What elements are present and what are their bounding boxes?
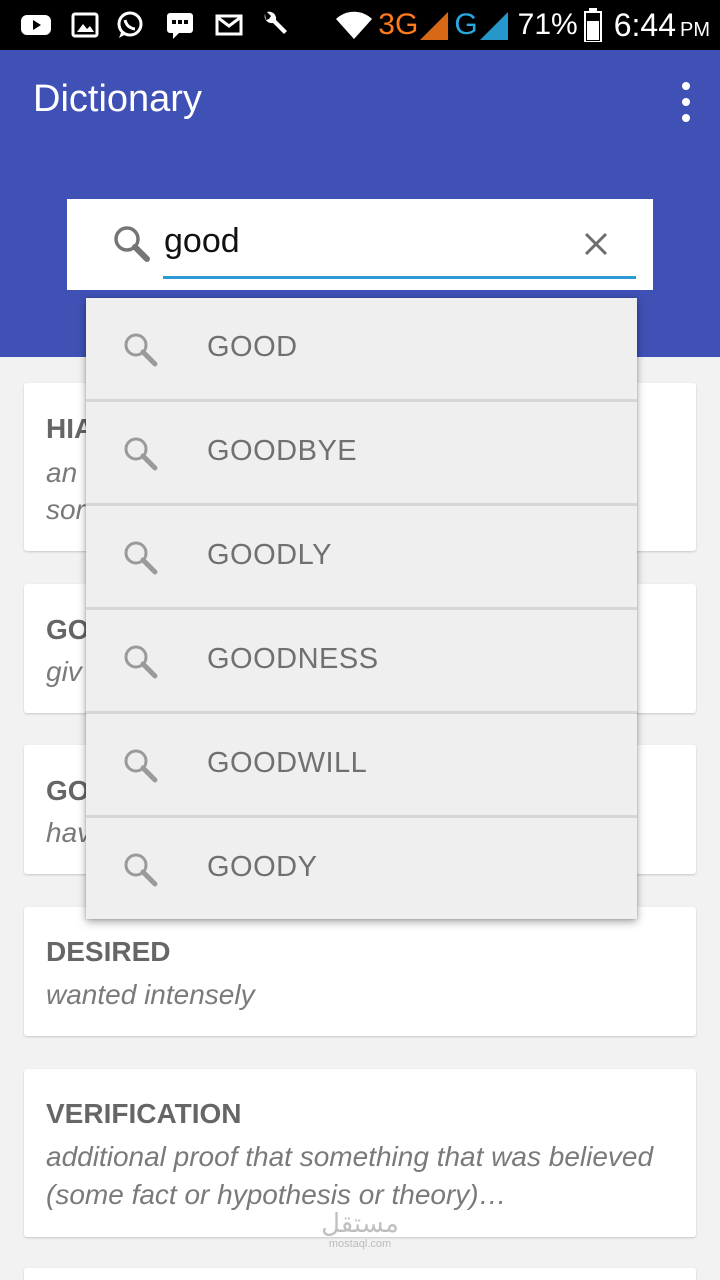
youtube-icon <box>20 10 52 40</box>
app-title: Dictionary <box>33 78 202 120</box>
watermark-arabic: مستقل <box>321 1209 399 1239</box>
watermark-latin: mostaql.com <box>328 1238 392 1250</box>
mail-icon <box>214 10 244 40</box>
battery-percent: 71% <box>517 8 578 41</box>
suggestion-item[interactable]: GOODNESS <box>86 610 637 714</box>
watermark: مستقل mostaql.com <box>314 1210 406 1250</box>
suggestion-item[interactable]: GOODWILL <box>86 714 637 818</box>
whatsapp-icon <box>114 10 146 40</box>
card-word: GO <box>46 775 90 806</box>
search-icon <box>121 746 161 791</box>
search-icon <box>121 642 161 687</box>
status-bar-right: 3G G 71% 6:44 PM <box>334 0 720 50</box>
clock-time: 6:44 <box>613 6 676 43</box>
card-word: GO <box>46 614 90 645</box>
suggestion-item[interactable]: GOODLY <box>86 506 637 610</box>
network-g-label: G <box>454 8 478 41</box>
card-definition: additional proof that something that was… <box>46 1141 654 1210</box>
suggestion-label: GOODNESS <box>207 643 379 675</box>
suggestion-label: GOODWILL <box>207 747 368 779</box>
clock-suffix: PM <box>680 18 710 41</box>
suggestion-item[interactable]: GOOD <box>86 298 637 402</box>
signal-icon <box>420 10 449 40</box>
suggestion-label: GOOD <box>207 331 298 363</box>
search-icon <box>121 850 161 895</box>
search-icon <box>111 223 153 270</box>
search-bar <box>67 199 653 290</box>
suggestion-dropdown: GOOD GOODBYE GOODLY GOODNESS GOODWILL GO… <box>86 298 637 919</box>
network-3g-label: 3G <box>378 8 419 41</box>
card-word: DESIRED <box>46 936 171 967</box>
suggestion-item[interactable]: GOODBYE <box>86 402 637 506</box>
wrench-icon <box>258 10 290 40</box>
word-card[interactable] <box>24 1268 696 1280</box>
word-card[interactable]: DESIRED wanted intensely <box>24 907 696 1036</box>
wifi-icon <box>334 9 374 41</box>
card-word: VERIFICATION <box>46 1098 242 1129</box>
search-icon <box>121 538 161 583</box>
search-underline <box>163 276 636 279</box>
suggestion-item[interactable]: GOODY <box>86 818 637 919</box>
overflow-menu-icon[interactable] <box>676 82 696 122</box>
signal-icon <box>479 10 508 40</box>
status-bar: 3G G 71% 6:44 PM <box>0 0 720 50</box>
search-icon <box>121 434 161 479</box>
close-icon[interactable] <box>579 227 613 261</box>
suggestion-label: GOODLY <box>207 539 332 571</box>
clock: 6:44 PM <box>614 7 710 44</box>
suggestion-label: GOODBYE <box>207 435 358 467</box>
suggestion-label: GOODY <box>207 851 318 883</box>
card-definition: wanted intensely <box>46 979 255 1010</box>
message-icon <box>164 10 196 40</box>
battery-icon <box>583 8 602 42</box>
search-icon <box>121 330 161 375</box>
search-input[interactable] <box>164 221 636 261</box>
gallery-icon <box>70 10 100 40</box>
